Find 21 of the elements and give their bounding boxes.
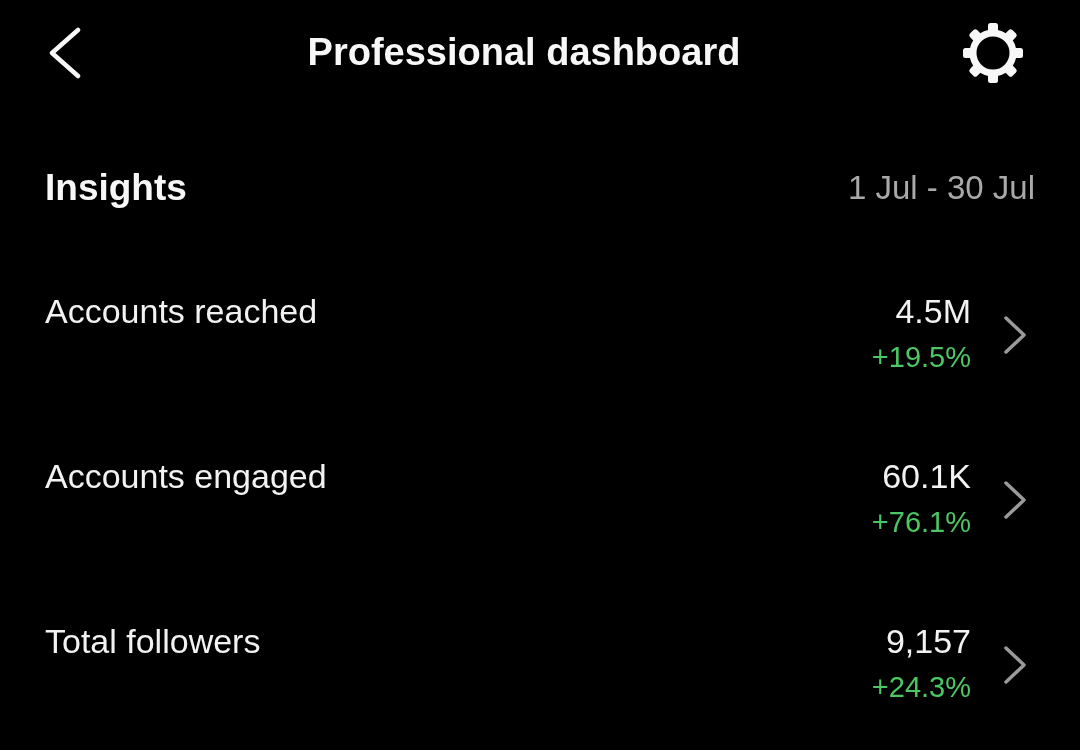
chevron-right-icon: [1003, 480, 1027, 520]
open-metric-button[interactable]: [1003, 480, 1027, 520]
date-range: 1 Jul - 30 Jul: [847, 168, 1035, 208]
open-metric-button[interactable]: [1003, 645, 1027, 685]
screen-title: Professional dashboard: [307, 31, 741, 74]
open-metric-button[interactable]: [1003, 315, 1027, 355]
settings-button[interactable]: [962, 21, 1024, 84]
metric-change: +24.3%: [871, 670, 971, 705]
section-title: Insights: [45, 166, 187, 210]
metric-value: 4.5M: [895, 291, 971, 332]
back-button[interactable]: [48, 26, 82, 79]
metric-label: Total followers: [45, 621, 261, 662]
metric-value: 60.1K: [882, 456, 971, 497]
chevron-right-icon: [1003, 645, 1027, 685]
metric-label: Accounts engaged: [45, 456, 327, 497]
metric-label: Accounts reached: [45, 291, 318, 332]
metric-change: +19.5%: [871, 340, 971, 375]
metric-change: +76.1%: [871, 505, 971, 540]
metric-value: 9,157: [885, 621, 971, 662]
settings-icon: [962, 21, 1024, 84]
chevron-right-icon: [1003, 315, 1027, 355]
